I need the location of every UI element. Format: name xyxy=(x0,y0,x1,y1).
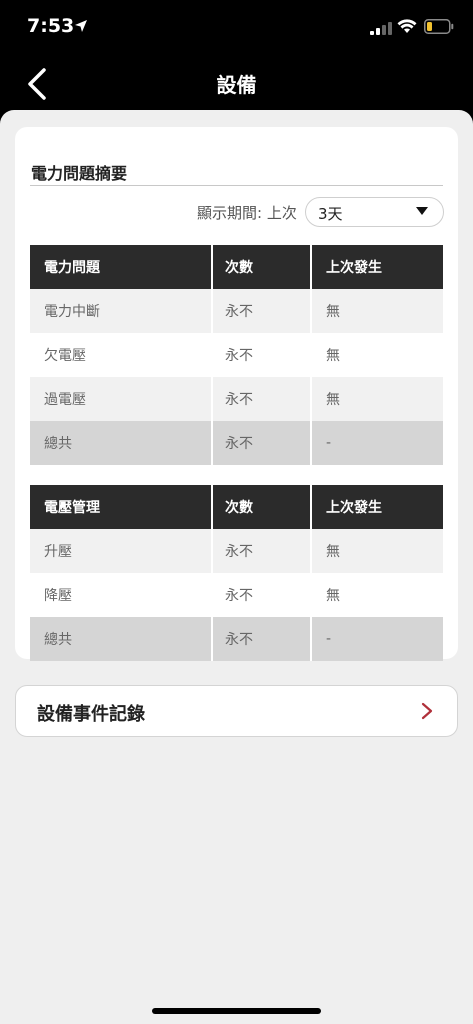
table-cell: 永不 xyxy=(212,617,312,661)
table-header-row: 電壓管理 次數 上次發生 xyxy=(30,485,443,529)
status-bar: 7:53 xyxy=(0,0,473,56)
home-indicator[interactable] xyxy=(152,1008,321,1014)
table-cell: 總共 xyxy=(30,617,213,661)
table-cell: - xyxy=(311,421,443,465)
table-cell: 過電壓 xyxy=(30,377,213,421)
table-row: 過電壓 永不 無 xyxy=(30,377,443,421)
cellular-signal-icon xyxy=(370,22,392,35)
voltage-management-table: 電壓管理 次數 上次發生 升壓 永不 無 降壓 永不 無 總共 永不 - xyxy=(30,485,443,661)
column-header: 次數 xyxy=(212,485,312,529)
table-cell: 永不 xyxy=(212,333,312,377)
content-sheet: 電力問題摘要 顯示期間: 上次 3天 電力問題 次數 上次發生 電力中斷 永不 … xyxy=(0,110,473,1024)
column-header: 電壓管理 xyxy=(30,485,213,529)
table-cell: 無 xyxy=(311,333,443,377)
table-header-row: 電力問題 次數 上次發生 xyxy=(30,245,443,289)
divider xyxy=(30,185,443,186)
page-title: 設備 xyxy=(216,73,257,97)
column-header: 上次發生 xyxy=(311,245,443,289)
table-cell: 永不 xyxy=(212,421,312,465)
period-select[interactable]: 3天 xyxy=(305,197,444,227)
column-header: 上次發生 xyxy=(311,485,443,529)
event-log-button[interactable]: 設備事件記錄 xyxy=(15,685,458,737)
period-value: 3天 xyxy=(318,205,343,223)
power-summary-card: 電力問題摘要 顯示期間: 上次 3天 電力問題 次數 上次發生 電力中斷 永不 … xyxy=(15,127,458,661)
table-cell: 升壓 xyxy=(30,529,213,573)
event-log-label: 設備事件記錄 xyxy=(37,704,145,725)
column-header: 電力問題 xyxy=(30,245,213,289)
nav-bar: 設備 xyxy=(0,56,473,110)
chevron-down-icon xyxy=(416,207,428,215)
table-cell: 永不 xyxy=(212,573,312,617)
table-cell: 欠電壓 xyxy=(30,333,213,377)
card-title: 電力問題摘要 xyxy=(31,164,128,183)
location-arrow-icon xyxy=(75,20,87,32)
period-label: 顯示期間: 上次 xyxy=(197,204,297,222)
table-row: 升壓 永不 無 xyxy=(30,529,443,573)
power-issues-table: 電力問題 次數 上次發生 電力中斷 永不 無 欠電壓 永不 無 過電壓 永不 無… xyxy=(30,245,443,465)
chevron-right-icon xyxy=(421,702,433,720)
table-cell: 無 xyxy=(311,529,443,573)
status-time: 7:53 xyxy=(27,15,75,37)
table-cell: 總共 xyxy=(30,421,213,465)
table-row: 電力中斷 永不 無 xyxy=(30,289,443,333)
table-cell: 永不 xyxy=(212,377,312,421)
table-cell: 無 xyxy=(311,573,443,617)
table-total-row: 總共 永不 - xyxy=(30,617,443,661)
column-header: 次數 xyxy=(212,245,312,289)
table-cell: 降壓 xyxy=(30,573,213,617)
table-cell: 無 xyxy=(311,289,443,333)
table-cell: 電力中斷 xyxy=(30,289,213,333)
table-total-row: 總共 永不 - xyxy=(30,421,443,465)
battery-low-icon xyxy=(424,19,454,34)
table-cell: 永不 xyxy=(212,529,312,573)
table-row: 降壓 永不 無 xyxy=(30,573,443,617)
table-row: 欠電壓 永不 無 xyxy=(30,333,443,377)
table-cell: - xyxy=(311,617,443,661)
wifi-icon xyxy=(397,19,417,33)
table-cell: 無 xyxy=(311,377,443,421)
table-cell: 永不 xyxy=(212,289,312,333)
